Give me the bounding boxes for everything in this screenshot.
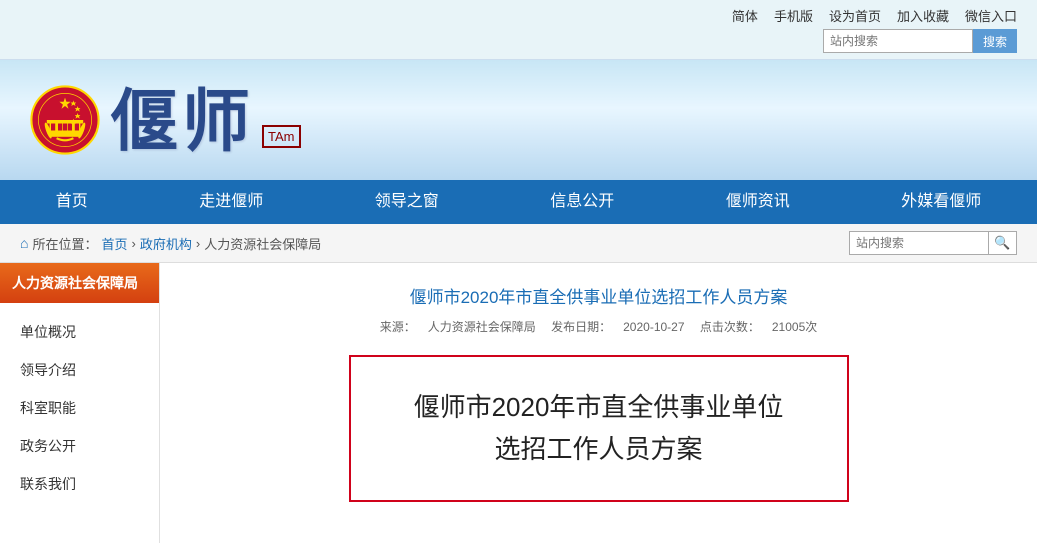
highlight-line2: 选招工作人员方案 bbox=[371, 429, 827, 471]
sidebar-item-leadership[interactable]: 领导介绍 bbox=[0, 351, 159, 389]
sidebar-item-overview[interactable]: 单位概况 bbox=[0, 313, 159, 351]
list-item: 政务公开 bbox=[0, 427, 159, 465]
article-meta: 来源： 人力资源社会保障局 发布日期： 2020-10-27 点击次数： 21005次 bbox=[190, 318, 1007, 335]
sidebar-item-affairs[interactable]: 政务公开 bbox=[0, 427, 159, 465]
top-search-input[interactable] bbox=[823, 29, 973, 53]
nav-news[interactable]: 偃师资讯 bbox=[706, 180, 810, 224]
sidebar-menu: 单位概况 领导介绍 科室职能 政务公开 联系我们 bbox=[0, 303, 159, 513]
meta-views: 21005次 bbox=[772, 320, 817, 334]
site-name: 偃师 bbox=[110, 88, 254, 156]
list-item: 联系我们 bbox=[0, 465, 159, 503]
link-wechat[interactable]: 微信入口 bbox=[965, 6, 1017, 25]
breadcrumb-prefix: 所在位置： bbox=[32, 234, 97, 253]
breadcrumb-bar: ⌂ 所在位置： 首页 › 政府机构 › 人力资源社会保障局 🔍 bbox=[0, 224, 1037, 263]
breadcrumb-sep1: › bbox=[132, 236, 136, 251]
breadcrumb-current: 人力资源社会保障局 bbox=[204, 234, 321, 253]
breadcrumb-sep2: › bbox=[196, 236, 200, 251]
nav-leadership[interactable]: 领导之窗 bbox=[355, 180, 459, 224]
meta-views-label: 点击次数： bbox=[700, 320, 760, 334]
link-set-homepage[interactable]: 设为首页 bbox=[829, 6, 881, 25]
meta-source-label: 来源： bbox=[380, 320, 416, 334]
top-bar-right: 简体 手机版 设为首页 加入收藏 微信入口 搜索 bbox=[732, 6, 1017, 53]
header: 偃师 TAm bbox=[0, 60, 1037, 180]
nav-info[interactable]: 信息公开 bbox=[530, 180, 634, 224]
link-bookmark[interactable]: 加入收藏 bbox=[897, 6, 949, 25]
sidebar-item-departments[interactable]: 科室职能 bbox=[0, 389, 159, 427]
nav-media[interactable]: 外媒看偃师 bbox=[881, 180, 1001, 224]
meta-date-label: 发布日期： bbox=[551, 320, 611, 334]
breadcrumb-search-input[interactable] bbox=[849, 231, 989, 255]
article-title-link: 偃师市2020年市直全供事业单位选招工作人员方案 bbox=[190, 283, 1007, 308]
content-area: 人力资源社会保障局 单位概况 领导介绍 科室职能 政务公开 联系我们 偃师市20… bbox=[0, 263, 1037, 543]
highlight-line1: 偃师市2020年市直全供事业单位 bbox=[371, 387, 827, 429]
top-search-row: 搜索 bbox=[823, 29, 1017, 53]
top-bar: 简体 手机版 设为首页 加入收藏 微信入口 搜索 bbox=[0, 0, 1037, 60]
meta-source: 人力资源社会保障局 bbox=[428, 320, 536, 334]
header-logo: 偃师 TAm bbox=[30, 85, 301, 156]
list-item: 科室职能 bbox=[0, 389, 159, 427]
sidebar-item-contact[interactable]: 联系我们 bbox=[0, 465, 159, 503]
highlight-text: 偃师市2020年市直全供事业单位 选招工作人员方案 bbox=[371, 387, 827, 470]
nav-about[interactable]: 走进偃师 bbox=[179, 180, 283, 224]
home-icon: ⌂ bbox=[20, 235, 28, 251]
highlight-box: 偃师市2020年市直全供事业单位 选招工作人员方案 bbox=[349, 355, 849, 502]
breadcrumb: ⌂ 所在位置： 首页 › 政府机构 › 人力资源社会保障局 bbox=[20, 234, 321, 253]
list-item: 领导介绍 bbox=[0, 351, 159, 389]
main-content: 偃师市2020年市直全供事业单位选招工作人员方案 来源： 人力资源社会保障局 发布… bbox=[160, 263, 1037, 543]
site-subtitle: TAm bbox=[262, 125, 300, 148]
sidebar-title: 人力资源社会保障局 bbox=[0, 263, 159, 303]
top-search-button[interactable]: 搜索 bbox=[973, 29, 1017, 53]
list-item: 单位概况 bbox=[0, 313, 159, 351]
breadcrumb-search-button[interactable]: 🔍 bbox=[989, 231, 1017, 255]
link-mobile[interactable]: 手机版 bbox=[774, 6, 813, 25]
nav-home[interactable]: 首页 bbox=[36, 180, 108, 224]
sidebar: 人力资源社会保障局 单位概况 领导介绍 科室职能 政务公开 联系我们 bbox=[0, 263, 160, 543]
link-simplified[interactable]: 简体 bbox=[732, 6, 758, 25]
breadcrumb-home[interactable]: 首页 bbox=[101, 234, 127, 253]
top-bar-links: 简体 手机版 设为首页 加入收藏 微信入口 bbox=[732, 6, 1017, 25]
article-title-anchor[interactable]: 偃师市2020年市直全供事业单位选招工作人员方案 bbox=[410, 288, 788, 307]
national-emblem-icon bbox=[30, 85, 100, 155]
breadcrumb-gov[interactable]: 政府机构 bbox=[140, 234, 192, 253]
meta-date: 2020-10-27 bbox=[623, 320, 684, 334]
main-nav: 首页 走进偃师 领导之窗 信息公开 偃师资讯 外媒看偃师 bbox=[0, 180, 1037, 224]
breadcrumb-search: 🔍 bbox=[849, 231, 1017, 255]
